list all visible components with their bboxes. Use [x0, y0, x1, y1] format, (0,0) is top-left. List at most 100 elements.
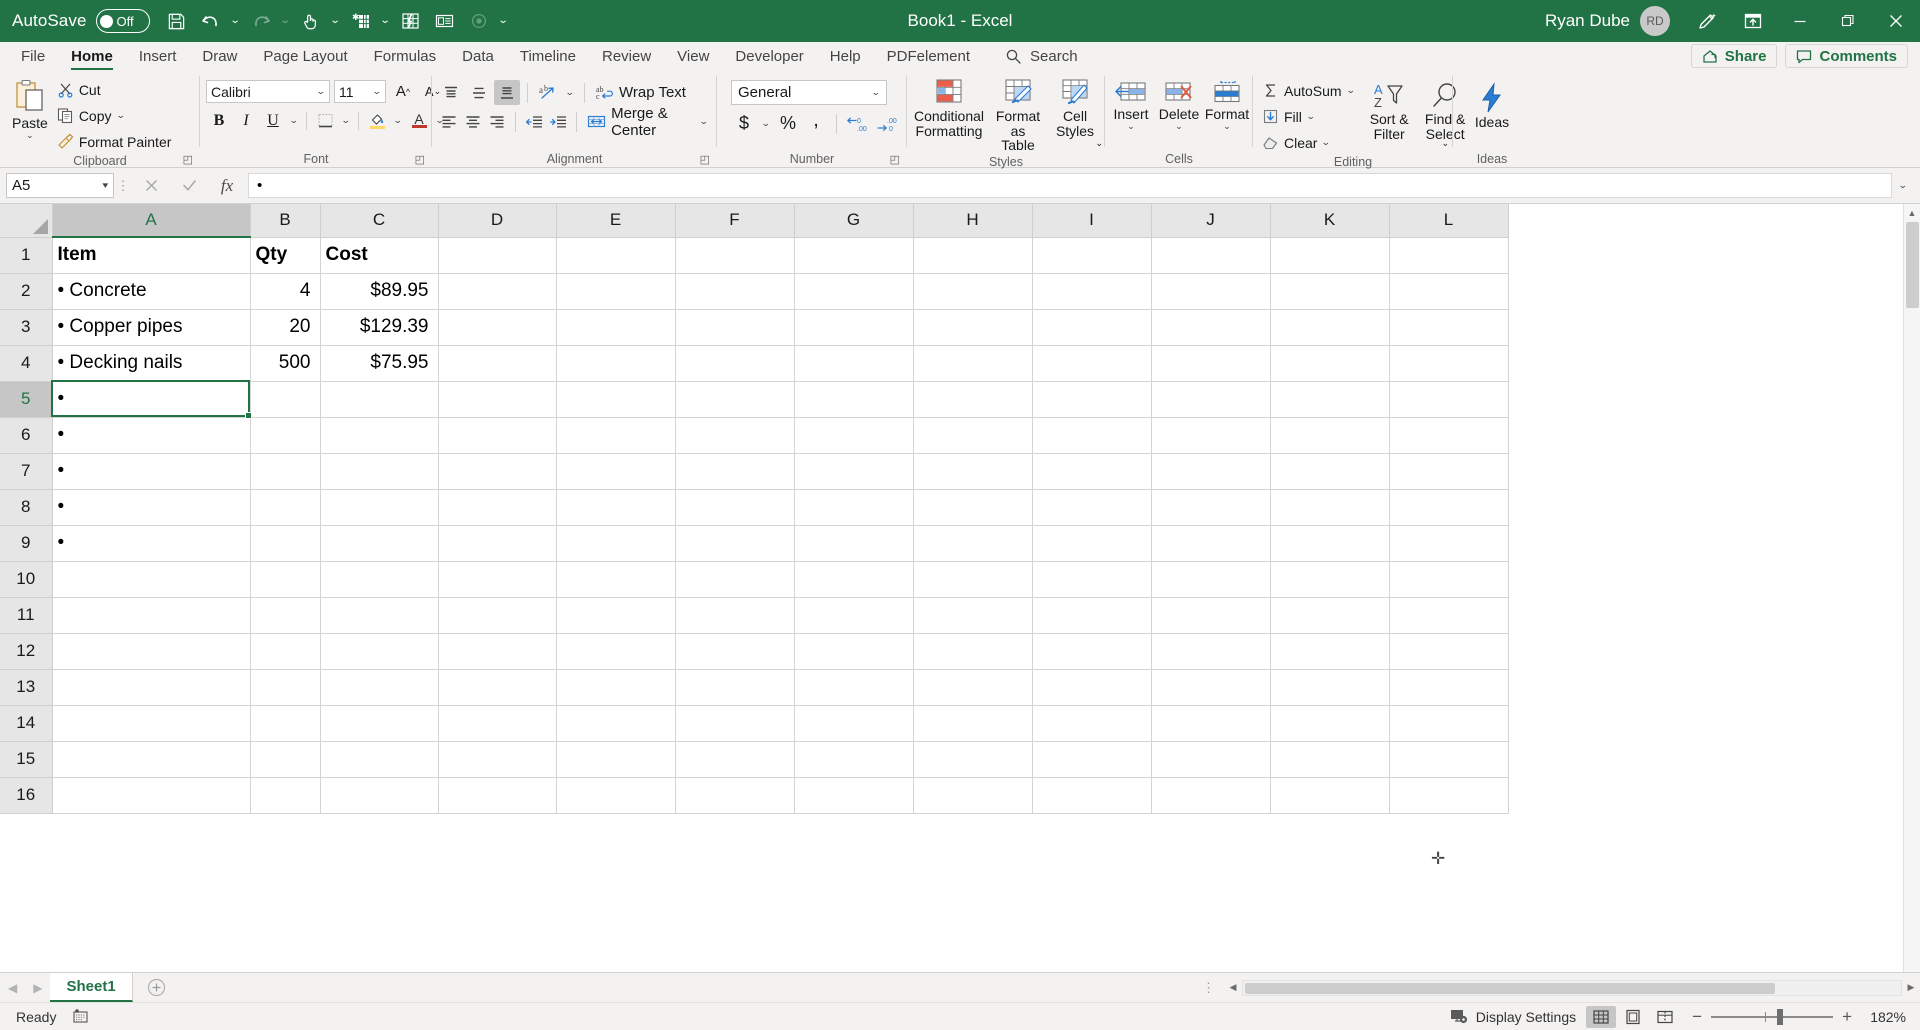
- grow-font-button[interactable]: A ^: [390, 79, 416, 104]
- column-header-j[interactable]: J: [1151, 204, 1271, 238]
- cell-I3[interactable]: [1032, 309, 1152, 346]
- underline-button[interactable]: U: [260, 108, 286, 133]
- cell-J10[interactable]: [1151, 561, 1271, 598]
- touch-mode-dropdown-icon[interactable]: ⌄: [328, 4, 344, 38]
- save-icon[interactable]: [160, 4, 194, 38]
- cell-H13[interactable]: [913, 669, 1033, 706]
- cell-K7[interactable]: [1270, 453, 1390, 490]
- cell-E14[interactable]: [556, 705, 676, 742]
- format-as-table-button[interactable]: Format as Table ⌄: [987, 76, 1103, 155]
- cell-E5[interactable]: [556, 381, 676, 418]
- cell-L12[interactable]: [1389, 633, 1509, 670]
- comma-button[interactable]: ,: [803, 110, 829, 136]
- cell-F10[interactable]: [675, 561, 795, 598]
- autosum-dropdown-icon[interactable]: ⌄: [1345, 85, 1355, 96]
- quick-analysis-icon[interactable]: [394, 4, 428, 38]
- row-header-14[interactable]: 14: [0, 705, 53, 742]
- cell-A5[interactable]: •: [52, 381, 251, 418]
- cell-J16[interactable]: [1151, 777, 1271, 814]
- middle-align-button[interactable]: [466, 80, 492, 105]
- cell-C7[interactable]: [320, 453, 439, 490]
- tab-page-layout[interactable]: Page Layout: [250, 42, 360, 70]
- cell-K1[interactable]: [1270, 237, 1390, 274]
- cell-D3[interactable]: [438, 309, 557, 346]
- tab-help[interactable]: Help: [817, 42, 874, 70]
- cell-A16[interactable]: [52, 777, 251, 814]
- cell-K8[interactable]: [1270, 489, 1390, 526]
- normal-view-button[interactable]: [1586, 1005, 1617, 1028]
- bold-button[interactable]: B: [206, 108, 232, 133]
- cell-L10[interactable]: [1389, 561, 1509, 598]
- cell-G8[interactable]: [794, 489, 914, 526]
- scroll-up-icon[interactable]: ▲: [1904, 204, 1920, 221]
- tab-view[interactable]: View: [664, 42, 722, 70]
- conditional-formatting-button[interactable]: Conditional Formatting ⌄: [913, 76, 1103, 148]
- cell-L2[interactable]: [1389, 273, 1509, 310]
- font-color-button[interactable]: A: [406, 108, 432, 133]
- cell-A1[interactable]: Item: [52, 237, 251, 274]
- cell-C13[interactable]: [320, 669, 439, 706]
- cell-F15[interactable]: [675, 741, 795, 778]
- font-size-dropdown-icon[interactable]: ⌄: [372, 86, 382, 97]
- row-header-15[interactable]: 15: [0, 741, 53, 778]
- cell-C16[interactable]: [320, 777, 439, 814]
- merge-center-dropdown-icon[interactable]: ⌄: [699, 116, 709, 127]
- clear-button[interactable]: Clear ⌄: [1259, 130, 1357, 155]
- cell-J9[interactable]: [1151, 525, 1271, 562]
- zoom-out-button[interactable]: −: [1692, 1007, 1702, 1027]
- tab-review[interactable]: Review: [589, 42, 664, 70]
- column-header-f[interactable]: F: [675, 204, 795, 238]
- cell-C4[interactable]: $75.95: [320, 345, 439, 382]
- align-center-button[interactable]: [462, 109, 484, 134]
- row-header-3[interactable]: 3: [0, 309, 53, 346]
- tab-insert[interactable]: Insert: [126, 42, 190, 70]
- cell-D16[interactable]: [438, 777, 557, 814]
- row-header-8[interactable]: 8: [0, 489, 53, 526]
- cell-G4[interactable]: [794, 345, 914, 382]
- autosave-switch[interactable]: Off: [95, 9, 150, 33]
- cell-G5[interactable]: [794, 381, 914, 418]
- cell-L14[interactable]: [1389, 705, 1509, 742]
- cell-L3[interactable]: [1389, 309, 1509, 346]
- row-header-7[interactable]: 7: [0, 453, 53, 490]
- decrease-decimal-button[interactable]: .00 0: [874, 111, 902, 136]
- cell-I10[interactable]: [1032, 561, 1152, 598]
- cell-K4[interactable]: [1270, 345, 1390, 382]
- cell-J1[interactable]: [1151, 237, 1271, 274]
- redo-icon[interactable]: [244, 4, 278, 38]
- cell-H11[interactable]: [913, 597, 1033, 634]
- page-layout-view-button[interactable]: [1618, 1006, 1648, 1028]
- cell-C1[interactable]: Cost: [320, 237, 439, 274]
- cell-E4[interactable]: [556, 345, 676, 382]
- cell-C2[interactable]: $89.95: [320, 273, 439, 310]
- cell-A13[interactable]: [52, 669, 251, 706]
- cell-H15[interactable]: [913, 741, 1033, 778]
- cell-H4[interactable]: [913, 345, 1033, 382]
- cell-H2[interactable]: [913, 273, 1033, 310]
- cell-H12[interactable]: [913, 633, 1033, 670]
- tab-draw[interactable]: Draw: [189, 42, 250, 70]
- zoom-level[interactable]: 182%: [1864, 1009, 1912, 1025]
- cell-C3[interactable]: $129.39: [320, 309, 439, 346]
- cell-A2[interactable]: • Concrete: [52, 273, 251, 310]
- cell-I7[interactable]: [1032, 453, 1152, 490]
- column-header-h[interactable]: H: [913, 204, 1033, 238]
- cell-D12[interactable]: [438, 633, 557, 670]
- add-sheet-button[interactable]: [133, 973, 180, 1002]
- cell-A14[interactable]: [52, 705, 251, 742]
- insert-cells-dropdown-icon[interactable]: ⌄: [1127, 121, 1135, 131]
- cell-L6[interactable]: [1389, 417, 1509, 454]
- cell-A11[interactable]: [52, 597, 251, 634]
- cell-A8[interactable]: •: [52, 489, 251, 526]
- cell-C15[interactable]: [320, 741, 439, 778]
- redo-dropdown-icon[interactable]: ⌄: [278, 4, 294, 38]
- cell-D13[interactable]: [438, 669, 557, 706]
- cell-F12[interactable]: [675, 633, 795, 670]
- select-all-button[interactable]: [0, 204, 53, 238]
- cell-H14[interactable]: [913, 705, 1033, 742]
- enter-icon[interactable]: [170, 173, 208, 198]
- formula-bar-grip[interactable]: ⋮: [114, 178, 132, 194]
- cell-J12[interactable]: [1151, 633, 1271, 670]
- scroll-left-icon[interactable]: ◀: [1224, 979, 1242, 997]
- find-select-dropdown-icon[interactable]: ⌄: [1441, 139, 1449, 148]
